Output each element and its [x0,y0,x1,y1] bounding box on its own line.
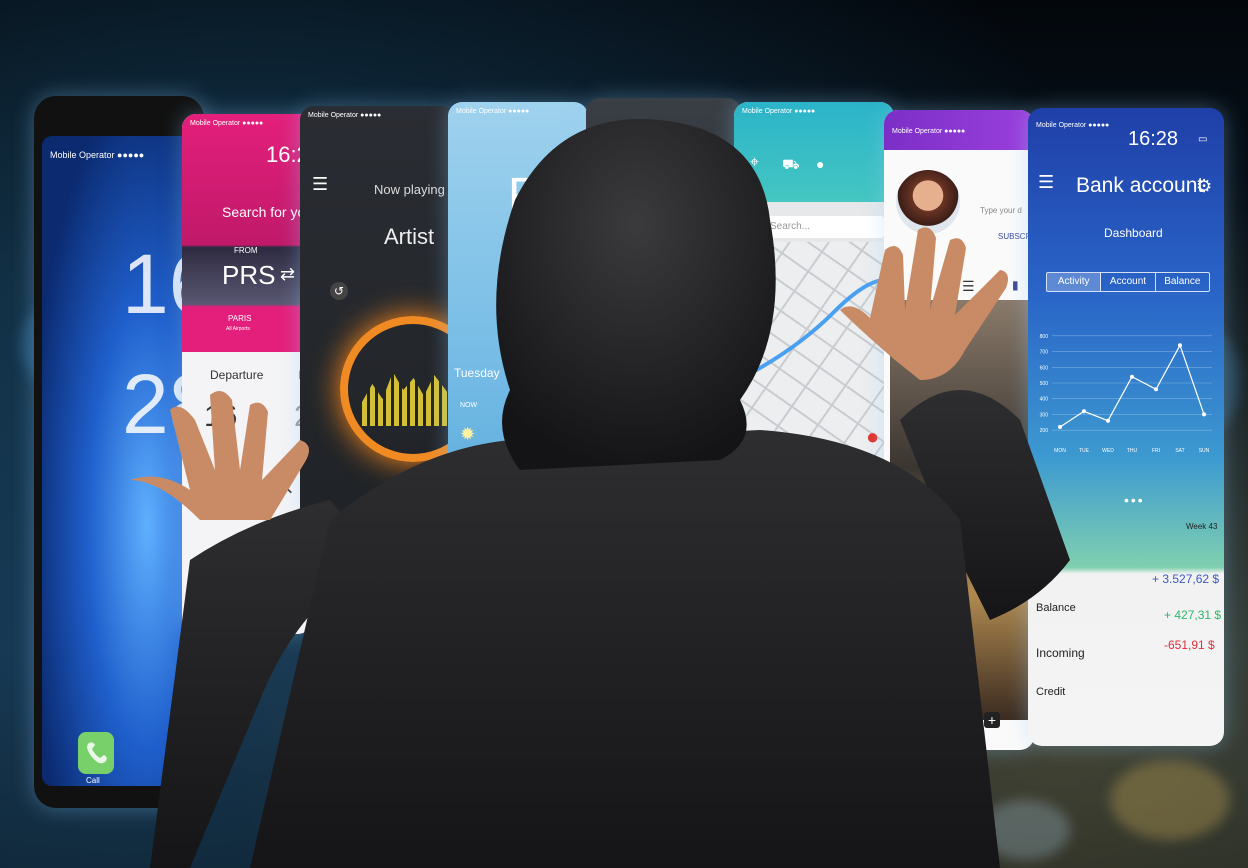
dark-panel-time: 28 [686,128,715,158]
departure-day: 16 [204,400,238,433]
week-label: Week 43 [1186,522,1218,531]
menu-icon[interactable]: ☰ [312,174,328,195]
y-tick-label: 200 [1040,428,1049,434]
weather-panel: Mobile Operator ●●●●● P Tuesday NOW ✹ [448,102,588,532]
tab-activity[interactable]: Activity [1047,273,1102,291]
back-icon[interactable]: ↺ [330,282,348,300]
y-tick-label: 800 [1040,334,1049,340]
credit-label: Credit [1036,686,1066,698]
data-point [1154,387,1158,392]
map-view[interactable]: ● [734,242,894,482]
avatar[interactable] [896,170,960,234]
x-tick-label: SUN [1199,448,1210,454]
now-playing-label: Now playing [374,182,445,197]
profile-tagline: Type your d [980,206,1022,215]
y-tick-label: 500 [1040,381,1049,387]
background-scene: Mobile Operator ●●●●● 16 28 Call Mobile … [0,0,1248,868]
add-icon[interactable]: + [984,712,1000,728]
map-pin-icon[interactable]: ● [866,424,879,450]
status-time: 16:28 [1128,128,1179,150]
map-app-panel: Mobile Operator ●●●●● ⌖ ⛟ ● ⚲ Search... … [734,102,894,482]
location-pin-icon[interactable]: ⌖ [750,154,759,172]
music-player-panel: Mobile Operator ●●●●● ☰ Now playing Arti… [300,106,455,586]
dark-app-panel: 28 [586,98,741,278]
photo-feed[interactable] [890,300,1028,720]
dashboard-tabs: Activity Account Balance [1046,272,1210,292]
series-line [1059,343,1205,428]
weather-day: Tuesday [454,366,500,380]
social-profile-panel: Mobile Operator ●●●●● Type your d SUBSCR… [884,110,1034,750]
dashboard-subtitle: Dashboard [1104,226,1163,240]
status-bar-operator: Mobile Operator ●●●●● [456,108,530,115]
bokeh-light [980,800,1070,860]
bokeh-light [1110,760,1230,840]
status-bar-operator: Mobile Operator ●●●●● [308,112,382,119]
positive-amount: + 427,31 $ [1164,608,1222,622]
y-tick-label: 300 [1040,412,1049,418]
weather-large-letter: P [508,169,541,222]
data-point [1082,409,1086,414]
data-point [1130,374,1134,379]
weather-now: NOW [460,402,478,409]
status-bar-operator: Mobile Operator ●●●●● [50,150,145,160]
from-label: FROM [234,246,258,255]
city-name: PARIS [228,314,252,323]
map-header [734,102,894,202]
negative-amount: -651,91 $ [1164,638,1215,652]
home-icon[interactable]: ⌂ [898,714,908,732]
incoming-label: Incoming [1036,646,1085,660]
balance-amount: + 3.527,62 $ [1152,572,1220,586]
data-point [1202,412,1206,417]
data-point [1106,418,1110,423]
status-bar-operator: Mobile Operator ●●●●● [892,128,966,135]
map-search-placeholder: Search... [770,221,811,232]
airport-sub: All Airports [226,326,250,332]
status-bar-operator: Mobile Operator ●●●●● [1036,122,1110,129]
search-icon: ⚲ [750,218,760,233]
balance-label: Balance [1036,602,1076,614]
menu-icon[interactable]: ☰ [1038,172,1054,193]
x-tick-label: TUE [1079,448,1090,454]
list-view-icon[interactable]: ☰ [962,278,975,295]
status-bar-operator: Mobile Operator ●●●●● [190,120,264,127]
phone-lock-screen: Mobile Operator ●●●●● 16 28 Call [34,96,204,808]
x-tick-label: MON [1054,448,1066,454]
travel-app-panel: Mobile Operator ●●●●● 16:2 Search for yo… [182,114,312,634]
x-tick-label: SAT [1175,448,1184,454]
pagination-dots: ••• [1124,492,1145,508]
y-tick-label: 400 [1040,397,1049,403]
bookmark-icon[interactable]: ▮ [1012,278,1019,292]
phone-icon[interactable] [78,732,114,774]
person-icon[interactable]: ● [816,156,824,172]
data-point [1178,343,1182,348]
sun-icon: ✹ [460,424,476,444]
artist-name: Artist [384,224,435,249]
y-tick-label: 600 [1040,365,1049,371]
data-point [1058,425,1062,429]
section-heading: NCE [1036,542,1064,557]
y-tick-label: 700 [1040,350,1049,356]
search-prompt: Search for yo [222,204,306,220]
x-tick-label: FRI [1152,448,1160,454]
settings-icon[interactable]: ⚙ [1196,176,1212,197]
bank-account-panel: Mobile Operator ●●●●● 16:28 ▭ ☰ Bank acc… [1028,108,1224,746]
call-label: Call [86,776,100,785]
lock-screen-wallpaper: Mobile Operator ●●●●● 16 28 Call [42,136,204,786]
chevron-up-icon[interactable]: ⌃ [278,484,296,510]
search-icon[interactable]: ⚲ [944,714,956,734]
activity-chart: 200 300 400 500 600 700 800 MON TUE WED THU FRI SAT S… [1040,334,1212,454]
battery-icon: ▭ [1198,134,1208,145]
x-tick-label: WED [1102,448,1114,454]
airport-code: PRS [222,260,276,290]
page-title: Bank account [1076,174,1204,197]
car-icon[interactable]: ⛟ [782,156,800,175]
swap-icon[interactable]: ⇄ [280,264,295,285]
x-tick-label: THU [1127,448,1138,454]
status-bar-operator: Mobile Operator ●●●●● [742,108,816,115]
tab-account[interactable]: Account [1101,273,1156,291]
tab-balance[interactable]: Balance [1156,273,1209,291]
departure-label: Departure [210,368,264,382]
map-search-input[interactable]: ⚲ Search... [744,216,884,238]
